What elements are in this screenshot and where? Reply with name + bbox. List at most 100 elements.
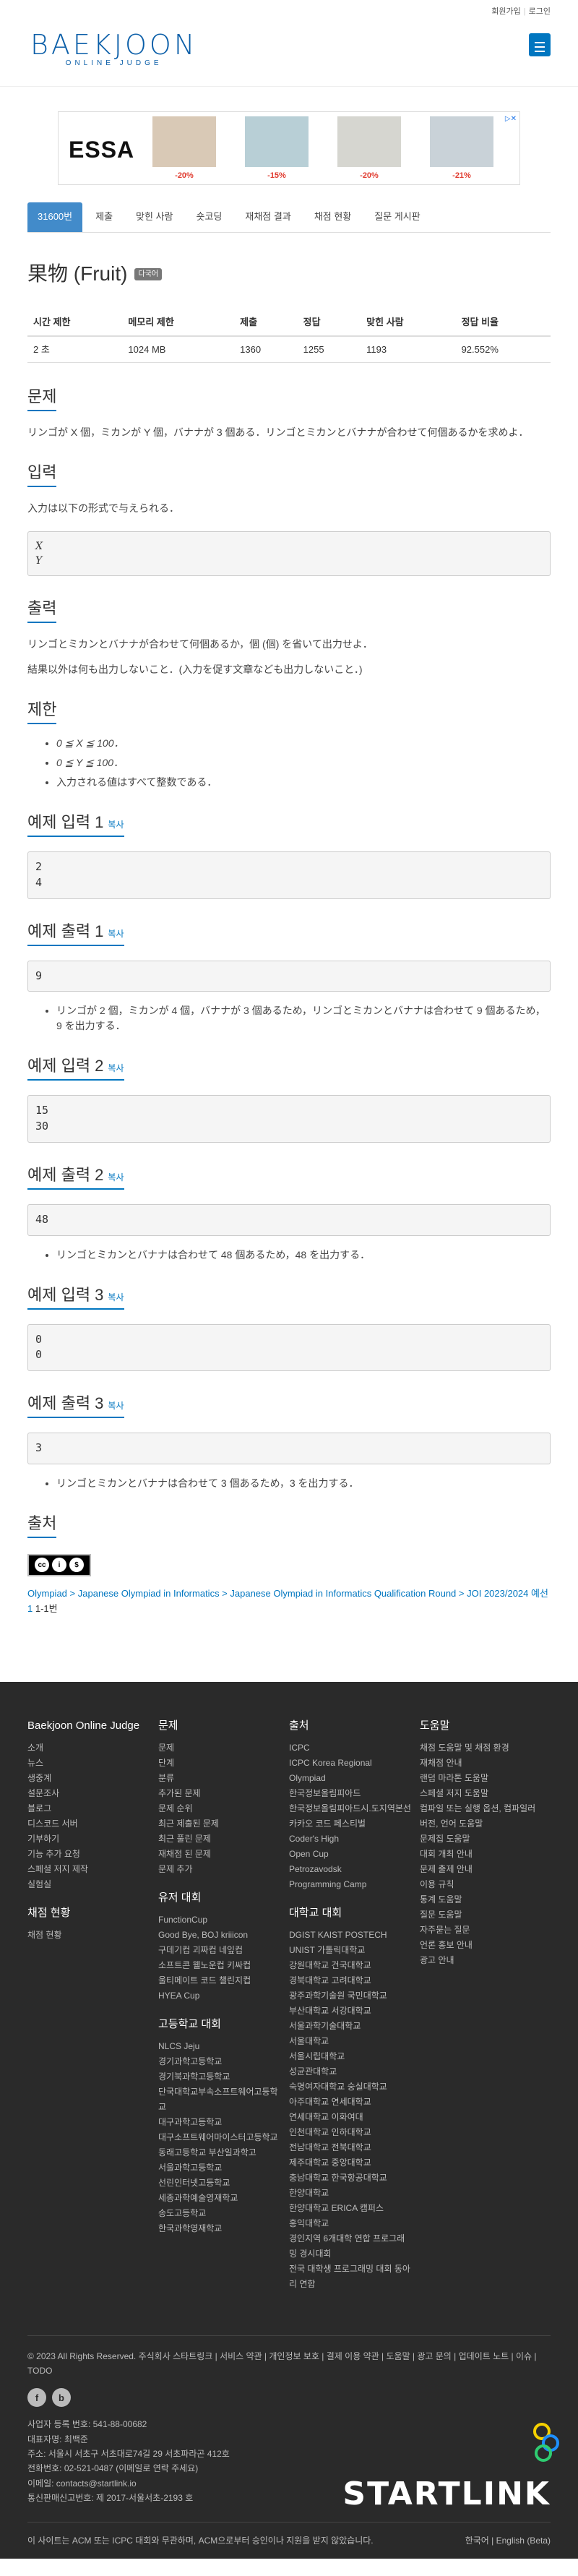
ad-product-image[interactable] bbox=[152, 116, 216, 167]
footer-link[interactable]: 설문조사 bbox=[27, 1786, 150, 1801]
footer-link[interactable]: 문제 순위 bbox=[158, 1801, 280, 1816]
ad-product-image[interactable] bbox=[337, 116, 401, 167]
footer-link[interactable]: 채점 현황 bbox=[27, 1928, 150, 1943]
footer-link[interactable]: 질문 도움말 bbox=[420, 1907, 542, 1923]
tab-status[interactable]: 채점 현황 bbox=[304, 202, 361, 232]
footer-link[interactable]: 문제 추가 bbox=[158, 1862, 280, 1877]
tab-problem[interactable]: 31600번 bbox=[27, 202, 83, 232]
footer-link[interactable]: ICPC Korea Regional bbox=[289, 1756, 411, 1771]
footer-link[interactable]: 블로그 bbox=[27, 1801, 150, 1816]
footer-link[interactable]: 뉴스 bbox=[27, 1756, 150, 1771]
footer-link[interactable]: 추가된 문제 bbox=[158, 1786, 280, 1801]
footer-link[interactable]: ICPC bbox=[289, 1740, 411, 1756]
footer-link[interactable]: 대구소프트웨어마이스터고등학교 bbox=[158, 2130, 280, 2145]
footer-link[interactable]: HYEA Cup bbox=[158, 1988, 280, 2004]
footer-link[interactable]: Programming Camp bbox=[289, 1877, 411, 1892]
footer-link[interactable]: 숙명여자대학교 숭실대학교 bbox=[289, 2079, 411, 2095]
crumb-link[interactable]: Olympiad bbox=[27, 1588, 67, 1599]
tab-submit[interactable]: 제출 bbox=[85, 202, 123, 232]
footer-link[interactable]: 생중계 bbox=[27, 1771, 150, 1786]
signup-link[interactable]: 회원가입 bbox=[491, 6, 520, 18]
creative-commons-icon[interactable]: cc i $ bbox=[27, 1553, 91, 1576]
footer-link[interactable]: 스페셜 저지 도움말 bbox=[420, 1786, 542, 1801]
footer-link[interactable]: NLCS Jeju bbox=[158, 2039, 280, 2054]
footer-link[interactable]: 서울대학교 bbox=[289, 2034, 411, 2049]
footer-link[interactable]: Good Bye, BOJ kriiicon bbox=[158, 1928, 280, 1943]
footer-link[interactable]: 한국정보올림피아드시.도지역본선 bbox=[289, 1801, 411, 1816]
footer-link[interactable]: 통계 도움말 bbox=[420, 1892, 542, 1907]
footer-link[interactable]: 광주과학기술원 국민대학교 bbox=[289, 1988, 411, 2004]
footer-link[interactable]: 전국 대학생 프로그래밍 대회 동아리 연합 bbox=[289, 2262, 411, 2292]
language-selector[interactable]: 한국어 | English (Beta) bbox=[465, 2534, 551, 2547]
footer-link[interactable]: 부산대학교 서강대학교 bbox=[289, 2004, 411, 2019]
footer-link[interactable]: Olympiad bbox=[289, 1771, 411, 1786]
footer-link[interactable]: 경북대학교 고려대학교 bbox=[289, 1973, 411, 1988]
footer-link[interactable]: 재채점 안내 bbox=[420, 1756, 542, 1771]
footer-link[interactable]: 구데기컵 괴짜컵 네잎컵 bbox=[158, 1943, 280, 1958]
footer-link[interactable]: 한양대학교 ERICA 캠퍼스 bbox=[289, 2201, 411, 2216]
footer-link[interactable]: 자주묻는 질문 bbox=[420, 1923, 542, 1938]
footer-link[interactable]: 강원대학교 건국대학교 bbox=[289, 1958, 411, 1973]
adchoices-icon[interactable]: ▷✕ bbox=[505, 113, 517, 124]
footer-link[interactable]: 카카오 코드 페스티벌 bbox=[289, 1816, 411, 1832]
tab-qna[interactable]: 질문 게시판 bbox=[364, 202, 430, 232]
footer-link[interactable]: 동래고등학교 부산일과학고 bbox=[158, 2145, 280, 2160]
facebook-icon[interactable]: f bbox=[27, 2388, 46, 2408]
footer-link[interactable]: 대회 개최 안내 bbox=[420, 1847, 542, 1862]
footer-link[interactable]: 세종과학예술영재학교 bbox=[158, 2191, 280, 2206]
footer-link[interactable]: Open Cup bbox=[289, 1847, 411, 1862]
footer-link[interactable]: 소개 bbox=[27, 1740, 150, 1756]
login-link[interactable]: 로그인 bbox=[529, 6, 551, 18]
footer-link[interactable]: 충남대학교 한국항공대학교 bbox=[289, 2171, 411, 2186]
footer-link[interactable]: FunctionCup bbox=[158, 1912, 280, 1928]
footer-link[interactable]: 소프트콘 웰노운컵 키싸컵 bbox=[158, 1958, 280, 1973]
footer-link[interactable]: 제주대학교 중앙대학교 bbox=[289, 2155, 411, 2171]
footer-link[interactable]: DGIST KAIST POSTECH UNIST 가톨릭대학교 bbox=[289, 1928, 411, 1958]
footer-link[interactable]: 아주대학교 연세대학교 bbox=[289, 2095, 411, 2110]
footer-link[interactable]: 랜덤 마라톤 도움말 bbox=[420, 1771, 542, 1786]
footer-link[interactable]: 대구과학고등학교 bbox=[158, 2115, 280, 2130]
footer-link[interactable]: Petrozavodsk bbox=[289, 1862, 411, 1877]
menu-button[interactable] bbox=[529, 33, 551, 56]
footer-link[interactable]: 실험실 bbox=[27, 1877, 150, 1892]
footer-link[interactable]: 인천대학교 인하대학교 bbox=[289, 2125, 411, 2140]
crumb-link[interactable]: Japanese Olympiad in Informatics bbox=[78, 1588, 220, 1599]
footer-link[interactable]: 광고 안내 bbox=[420, 1953, 542, 1968]
footer-link[interactable]: 한국정보올림피아드 bbox=[289, 1786, 411, 1801]
footer-link[interactable]: 문제 bbox=[158, 1740, 280, 1756]
footer-link[interactable]: 기능 추가 요청 bbox=[27, 1847, 150, 1862]
footer-links[interactable]: © 2023 All Rights Reserved. 주식회사 스타트링크 |… bbox=[27, 2349, 551, 2379]
tab-solved-users[interactable]: 맞힌 사람 bbox=[126, 202, 183, 232]
footer-link[interactable]: 연세대학교 이화여대 bbox=[289, 2110, 411, 2125]
tab-short-coding[interactable]: 숏코딩 bbox=[186, 202, 233, 232]
copy-button[interactable]: 복사 bbox=[108, 929, 124, 939]
ad-product-image[interactable] bbox=[245, 116, 309, 167]
footer-link[interactable]: 최근 풀린 문제 bbox=[158, 1832, 280, 1847]
blog-icon[interactable]: b bbox=[52, 2388, 71, 2408]
footer-link[interactable]: 경기과학고등학교 bbox=[158, 2054, 280, 2069]
copy-button[interactable]: 복사 bbox=[108, 1292, 124, 1302]
footer-link[interactable]: Coder's High bbox=[289, 1832, 411, 1847]
footer-link[interactable]: 재채점 된 문제 bbox=[158, 1847, 280, 1862]
footer-link[interactable]: 문제집 도움말 bbox=[420, 1832, 542, 1847]
footer-link[interactable]: 컴파일 또는 실행 옵션, 컴파일러 버전, 언어 도움말 bbox=[420, 1801, 542, 1832]
footer-link[interactable]: 채점 도움말 및 채점 환경 bbox=[420, 1740, 542, 1756]
copy-button[interactable]: 복사 bbox=[108, 1063, 124, 1073]
crumb-link[interactable]: Japanese Olympiad in Informatics Qualifi… bbox=[230, 1588, 456, 1599]
footer-link[interactable]: 언론 홍보 안내 bbox=[420, 1938, 542, 1953]
advertisement[interactable]: ESSA -20% -15% -20% -21% ▷✕ bbox=[58, 111, 520, 185]
footer-link[interactable]: 분류 bbox=[158, 1771, 280, 1786]
footer-link[interactable]: 단계 bbox=[158, 1756, 280, 1771]
footer-link[interactable]: 홍익대학교 bbox=[289, 2216, 411, 2231]
footer-link[interactable]: 서울시립대학교 bbox=[289, 2049, 411, 2064]
footer-link[interactable]: 한양대학교 bbox=[289, 2186, 411, 2201]
footer-link[interactable]: 단국대학교부속소프트웨어고등학교 bbox=[158, 2085, 280, 2115]
footer-link[interactable]: 경기북과학고등학교 bbox=[158, 2069, 280, 2085]
footer-link[interactable]: 전남대학교 전북대학교 bbox=[289, 2140, 411, 2155]
footer-link[interactable]: 디스코드 서버 bbox=[27, 1816, 150, 1832]
footer-link[interactable]: 성균관대학교 bbox=[289, 2064, 411, 2079]
footer-link[interactable]: 경인지역 6개대학 연합 프로그래밍 경시대회 bbox=[289, 2231, 411, 2262]
copy-button[interactable]: 복사 bbox=[108, 1401, 124, 1411]
footer-link[interactable]: 서울과학고등학교 bbox=[158, 2160, 280, 2176]
footer-link[interactable]: 스페셜 저지 제작 bbox=[27, 1862, 150, 1877]
